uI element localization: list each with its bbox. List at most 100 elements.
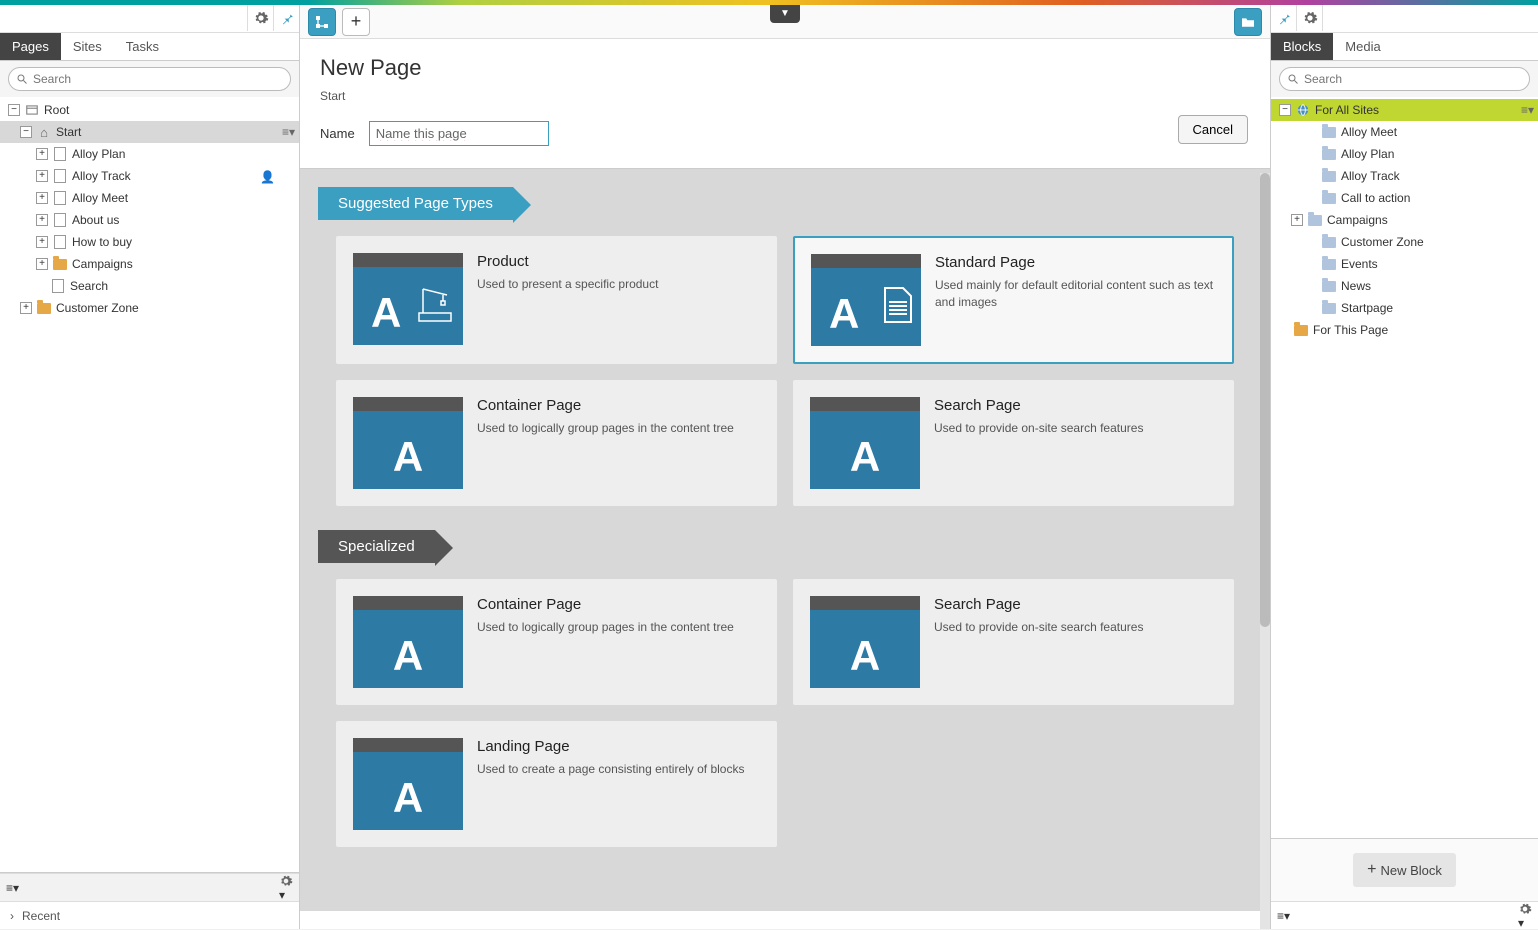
scrollbar[interactable] [1260, 173, 1270, 929]
collapse-icon[interactable]: − [1279, 104, 1291, 116]
folder-icon [1321, 301, 1337, 315]
tab-sites[interactable]: Sites [61, 33, 114, 60]
file-icon [52, 147, 68, 161]
tree-item-news[interactable]: News [1271, 275, 1538, 297]
cancel-button[interactable]: Cancel [1178, 115, 1248, 144]
tree-label: Customer Zone [1341, 235, 1424, 249]
tree-label: Events [1341, 257, 1378, 271]
name-input[interactable] [369, 121, 549, 146]
card-container-2[interactable]: A Container Page Used to logically group… [336, 579, 777, 705]
expand-icon[interactable]: + [36, 192, 48, 204]
expand-icon[interactable]: + [1291, 214, 1303, 226]
card-product[interactable]: A Product Used to present a specific pro… [336, 236, 777, 364]
collapse-icon[interactable]: − [20, 126, 32, 138]
card-thumb: A [810, 397, 920, 489]
tree-item-how-to-buy[interactable]: + How to buy [0, 231, 299, 253]
tab-media[interactable]: Media [1333, 33, 1392, 60]
left-settings-button[interactable] [247, 5, 273, 31]
left-toolbar: ≡▾ ▾ [0, 873, 299, 901]
recent-panel-toggle[interactable]: › Recent [0, 901, 299, 929]
right-toolbar: ≡▾ ▾ [1271, 901, 1538, 929]
tree-label: Alloy Plan [1341, 147, 1394, 161]
card-search[interactable]: A Search Page Used to provide on-site se… [793, 380, 1234, 506]
card-desc: Used to provide on-site search features [934, 619, 1143, 636]
document-icon [883, 286, 913, 324]
tree-item-alloy-plan[interactable]: + Alloy Plan [0, 143, 299, 165]
tree-item-startpage[interactable]: Startpage [1271, 297, 1538, 319]
tree-item-customer-zone[interactable]: Customer Zone [1271, 231, 1538, 253]
right-pin-button[interactable] [1271, 5, 1297, 31]
tree-item-campaigns[interactable]: + Campaigns [0, 253, 299, 275]
left-pin-button[interactable] [273, 5, 299, 31]
left-search-input[interactable] [8, 67, 291, 91]
card-desc: Used to create a page consisting entirel… [477, 761, 744, 778]
card-thumb: A [353, 738, 463, 830]
card-standard[interactable]: A Standard Page Used mainly for default … [793, 236, 1234, 364]
settings-gear-icon[interactable]: ▾ [1518, 902, 1532, 930]
tree-item-campaigns[interactable]: +Campaigns [1271, 209, 1538, 231]
tree-label: Call to action [1341, 191, 1410, 205]
expand-icon[interactable]: + [36, 214, 48, 226]
tree-for-this-page[interactable]: For This Page [1271, 319, 1538, 341]
left-panel-tabs: Pages Sites Tasks [0, 33, 299, 61]
tree-label: Customer Zone [56, 301, 139, 315]
tab-blocks[interactable]: Blocks [1271, 33, 1333, 60]
expand-icon[interactable]: + [20, 302, 32, 314]
expand-icon[interactable]: + [36, 148, 48, 160]
card-thumb: A [353, 596, 463, 688]
file-icon [50, 279, 66, 293]
folder-icon [1321, 191, 1337, 205]
tree-item-alloy-plan[interactable]: Alloy Plan [1271, 143, 1538, 165]
tree-start[interactable]: − ⌂ Start ≡▾ [0, 121, 299, 143]
context-menu-icon[interactable]: ≡▾ [1521, 103, 1534, 117]
globe-icon [1295, 103, 1311, 117]
expand-icon[interactable]: + [36, 258, 48, 270]
tab-pages[interactable]: Pages [0, 33, 61, 60]
left-search [8, 67, 291, 91]
folder-icon [1321, 279, 1337, 293]
page-tree: − Root − ⌂ Start ≡▾ + Alloy Plan + Alloy… [0, 97, 299, 872]
file-icon [52, 169, 68, 183]
right-panel-tabs: Blocks Media [1271, 33, 1538, 61]
breadcrumb: Start [320, 89, 1250, 103]
tree-item-alloy-track[interactable]: + Alloy Track 👤 [0, 165, 299, 187]
tree-item-search[interactable]: Search [0, 275, 299, 297]
card-container[interactable]: A Container Page Used to logically group… [336, 380, 777, 506]
top-toggle-button[interactable]: ▼ [770, 5, 800, 23]
tree-label: News [1341, 279, 1371, 293]
right-settings-button[interactable] [1297, 5, 1323, 31]
tree-label: How to buy [72, 235, 132, 249]
tree-label: About us [72, 213, 119, 227]
tree-item-events[interactable]: Events [1271, 253, 1538, 275]
new-block-button[interactable]: + New Block [1353, 853, 1456, 887]
folder-view-button[interactable] [1234, 8, 1262, 36]
tree-item-about-us[interactable]: + About us [0, 209, 299, 231]
blocks-tree: − For All Sites ≡▾ Alloy Meet Alloy Plan… [1271, 97, 1538, 838]
card-search-2[interactable]: A Search Page Used to provide on-site se… [793, 579, 1234, 705]
settings-gear-icon[interactable]: ▾ [279, 874, 293, 902]
section-specialized: Specialized [318, 530, 435, 563]
card-thumb: A [811, 254, 921, 346]
tab-tasks[interactable]: Tasks [114, 33, 171, 60]
folder-icon [1307, 213, 1323, 227]
tree-label: For This Page [1313, 323, 1388, 337]
expand-icon[interactable]: + [36, 170, 48, 182]
list-menu-icon[interactable]: ≡▾ [1277, 909, 1290, 923]
tree-for-all-sites[interactable]: − For All Sites ≡▾ [1271, 99, 1538, 121]
tree-view-button[interactable] [308, 8, 336, 36]
name-label: Name [320, 126, 355, 141]
list-menu-icon[interactable]: ≡▾ [6, 881, 19, 895]
card-landing[interactable]: A Landing Page Used to create a page con… [336, 721, 777, 847]
tree-item-alloy-meet[interactable]: Alloy Meet [1271, 121, 1538, 143]
tree-item-alloy-meet[interactable]: + Alloy Meet [0, 187, 299, 209]
right-search-input[interactable] [1279, 67, 1530, 91]
tree-item-alloy-track[interactable]: Alloy Track [1271, 165, 1538, 187]
file-icon [52, 235, 68, 249]
tree-root[interactable]: − Root [0, 99, 299, 121]
tree-item-customer-zone[interactable]: + Customer Zone [0, 297, 299, 319]
context-menu-icon[interactable]: ≡▾ [282, 125, 295, 139]
expand-icon[interactable]: + [36, 236, 48, 248]
tree-item-call-to-action[interactable]: Call to action [1271, 187, 1538, 209]
collapse-icon[interactable]: − [8, 104, 20, 116]
add-button[interactable]: + [342, 8, 370, 36]
